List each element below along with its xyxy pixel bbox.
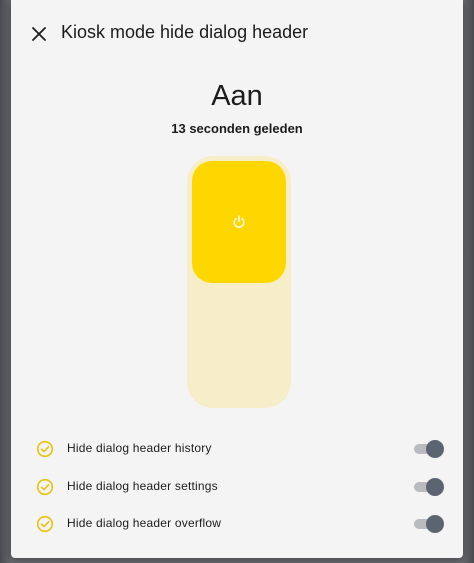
row-label: Hide dialog header history bbox=[67, 441, 212, 455]
more-info-dialog: Kiosk mode hide dialog header Aan 13 sec… bbox=[11, 0, 463, 558]
row-label: Hide dialog header overflow bbox=[67, 516, 222, 530]
entity-state: Aan bbox=[211, 80, 263, 112]
last-changed-time: 13 seconden geleden bbox=[171, 121, 303, 136]
brightness-slider[interactable] bbox=[187, 156, 291, 408]
check-circle-icon bbox=[36, 478, 54, 496]
check-circle-icon bbox=[36, 515, 54, 533]
slider-thumb[interactable] bbox=[192, 161, 286, 283]
dialog-header: Kiosk mode hide dialog header bbox=[11, 0, 463, 68]
toggle-hide-overflow[interactable] bbox=[414, 515, 444, 533]
dialog-title: Kiosk mode hide dialog header bbox=[61, 22, 309, 42]
check-circle-icon bbox=[36, 440, 54, 458]
toggle-knob bbox=[426, 515, 444, 533]
toggle-knob bbox=[426, 478, 444, 496]
row-label: Hide dialog header settings bbox=[67, 479, 218, 493]
row-hide-settings: Hide dialog header settings bbox=[11, 469, 463, 505]
close-button[interactable] bbox=[25, 20, 53, 48]
toggle-hide-history[interactable] bbox=[414, 440, 444, 458]
toggle-hide-settings[interactable] bbox=[414, 478, 444, 496]
close-icon bbox=[32, 27, 46, 41]
row-hide-overflow: Hide dialog header overflow bbox=[11, 506, 463, 542]
toggle-knob bbox=[426, 440, 444, 458]
power-icon bbox=[233, 215, 245, 228]
row-hide-history: Hide dialog header history bbox=[11, 431, 463, 467]
